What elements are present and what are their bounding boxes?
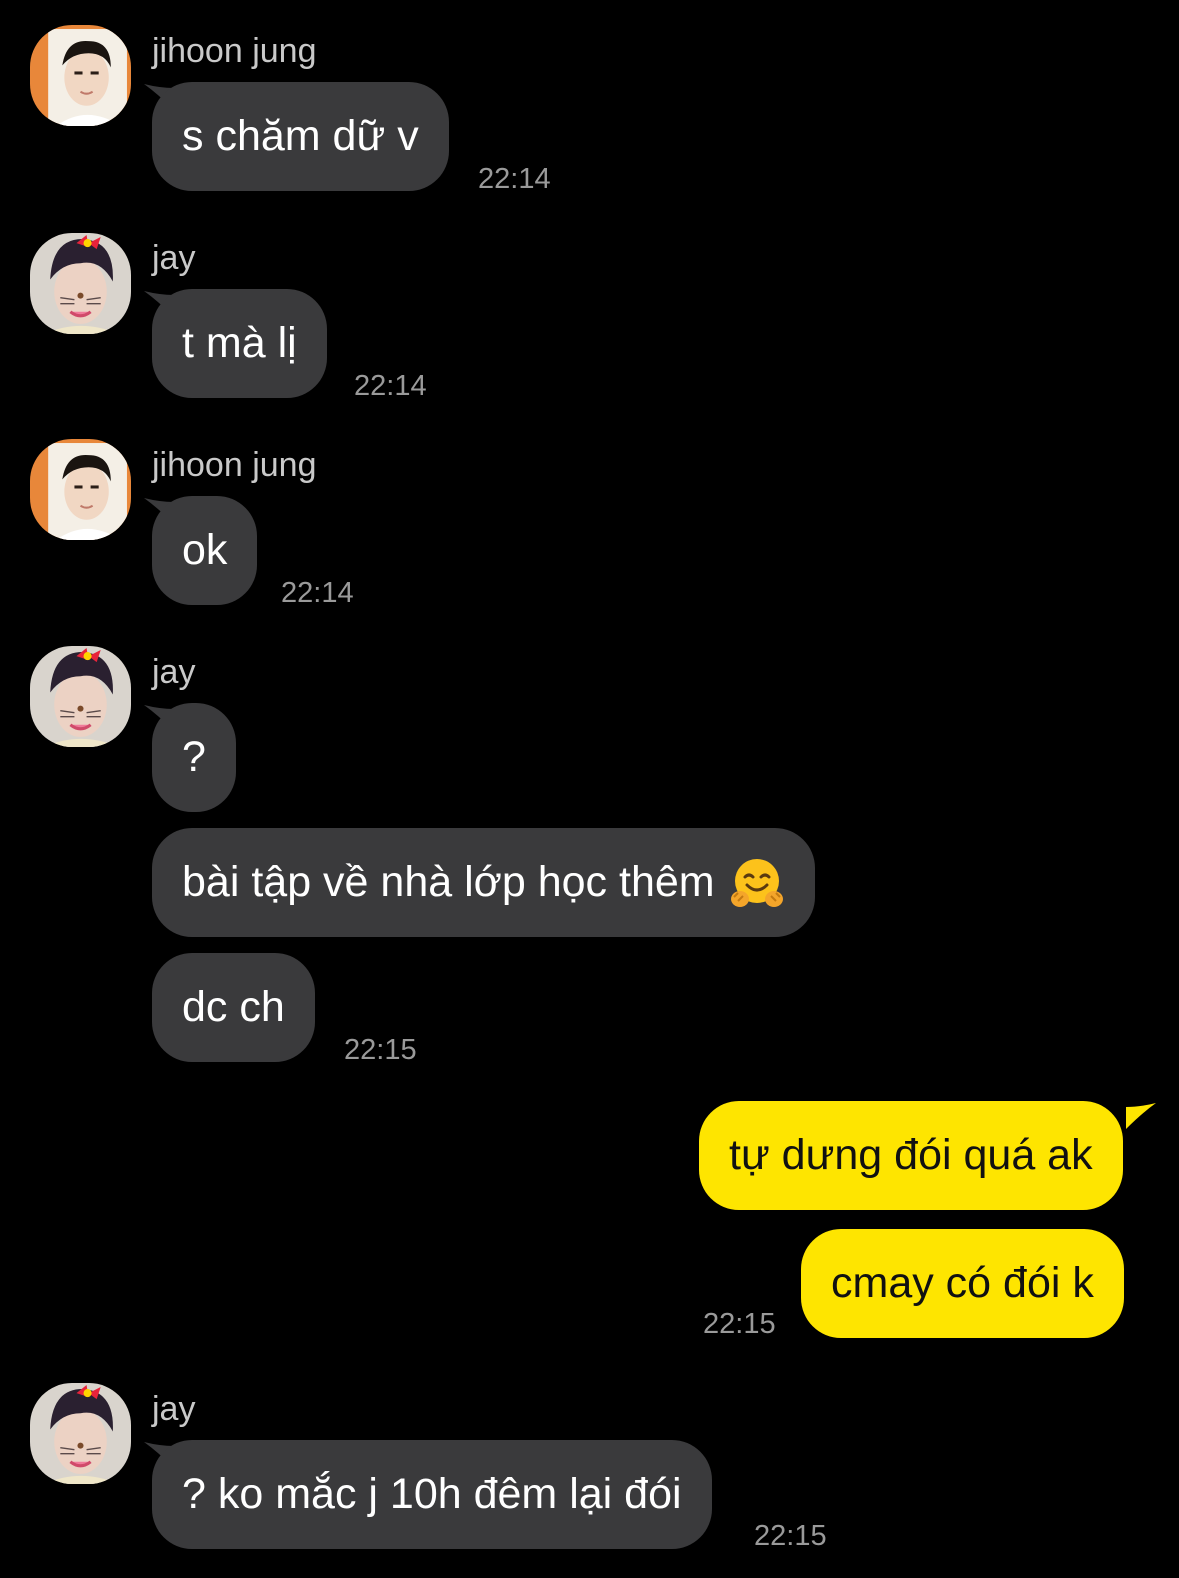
message-time: 22:14: [281, 577, 354, 609]
message-time: 22:14: [478, 163, 551, 195]
message-bubble[interactable]: t mà lị: [152, 289, 327, 398]
chat-view: jihoon jung s chăm dữ v 22:14 jay t mà l…: [0, 0, 1179, 1578]
hugging-face-icon: [729, 855, 785, 911]
message-text: t mà lị: [182, 319, 297, 367]
sender-name: jay: [152, 653, 196, 691]
message-bubble[interactable]: ok: [152, 496, 258, 605]
message-bubble[interactable]: dc ch: [152, 953, 315, 1062]
bubble-tail: [1126, 1103, 1156, 1129]
sender-name: jay: [152, 1390, 196, 1428]
message-text: s chăm dữ v: [182, 112, 419, 160]
sender-name: jay: [152, 239, 196, 277]
message-text: ? ko mắc j 10h đêm lại đói: [182, 1470, 682, 1518]
message-time: 22:15: [703, 1308, 776, 1340]
avatar-jihoon-jung[interactable]: [30, 25, 131, 126]
sender-name: jihoon jung: [152, 446, 317, 484]
sender-name: jihoon jung: [152, 32, 317, 70]
avatar-jay[interactable]: [30, 233, 131, 334]
message-bubble[interactable]: s chăm dữ v: [152, 82, 449, 191]
message-bubble-sent[interactable]: tự dưng đói quá ak: [699, 1101, 1123, 1210]
message-bubble[interactable]: ? ko mắc j 10h đêm lại đói: [152, 1440, 712, 1549]
avatar-jay[interactable]: [30, 1383, 131, 1484]
avatar-jihoon-jung[interactable]: [30, 439, 131, 540]
message-text: dc ch: [182, 983, 285, 1031]
avatar-jay[interactable]: [30, 646, 131, 747]
message-text: ?: [182, 733, 206, 781]
message-bubble-sent[interactable]: cmay có đói k: [801, 1229, 1124, 1338]
message-text: ok: [182, 526, 228, 574]
message-time: 22:14: [354, 370, 427, 402]
message-time: 22:15: [754, 1520, 827, 1552]
message-text: tự dưng đói quá ak: [729, 1131, 1093, 1179]
message-bubble[interactable]: ?: [152, 703, 236, 812]
message-time: 22:15: [344, 1034, 417, 1066]
message-bubble[interactable]: bài tập về nhà lớp học thêm: [152, 828, 815, 937]
message-text: cmay có đói k: [831, 1259, 1094, 1307]
message-text: bài tập về nhà lớp học thêm: [182, 858, 715, 906]
